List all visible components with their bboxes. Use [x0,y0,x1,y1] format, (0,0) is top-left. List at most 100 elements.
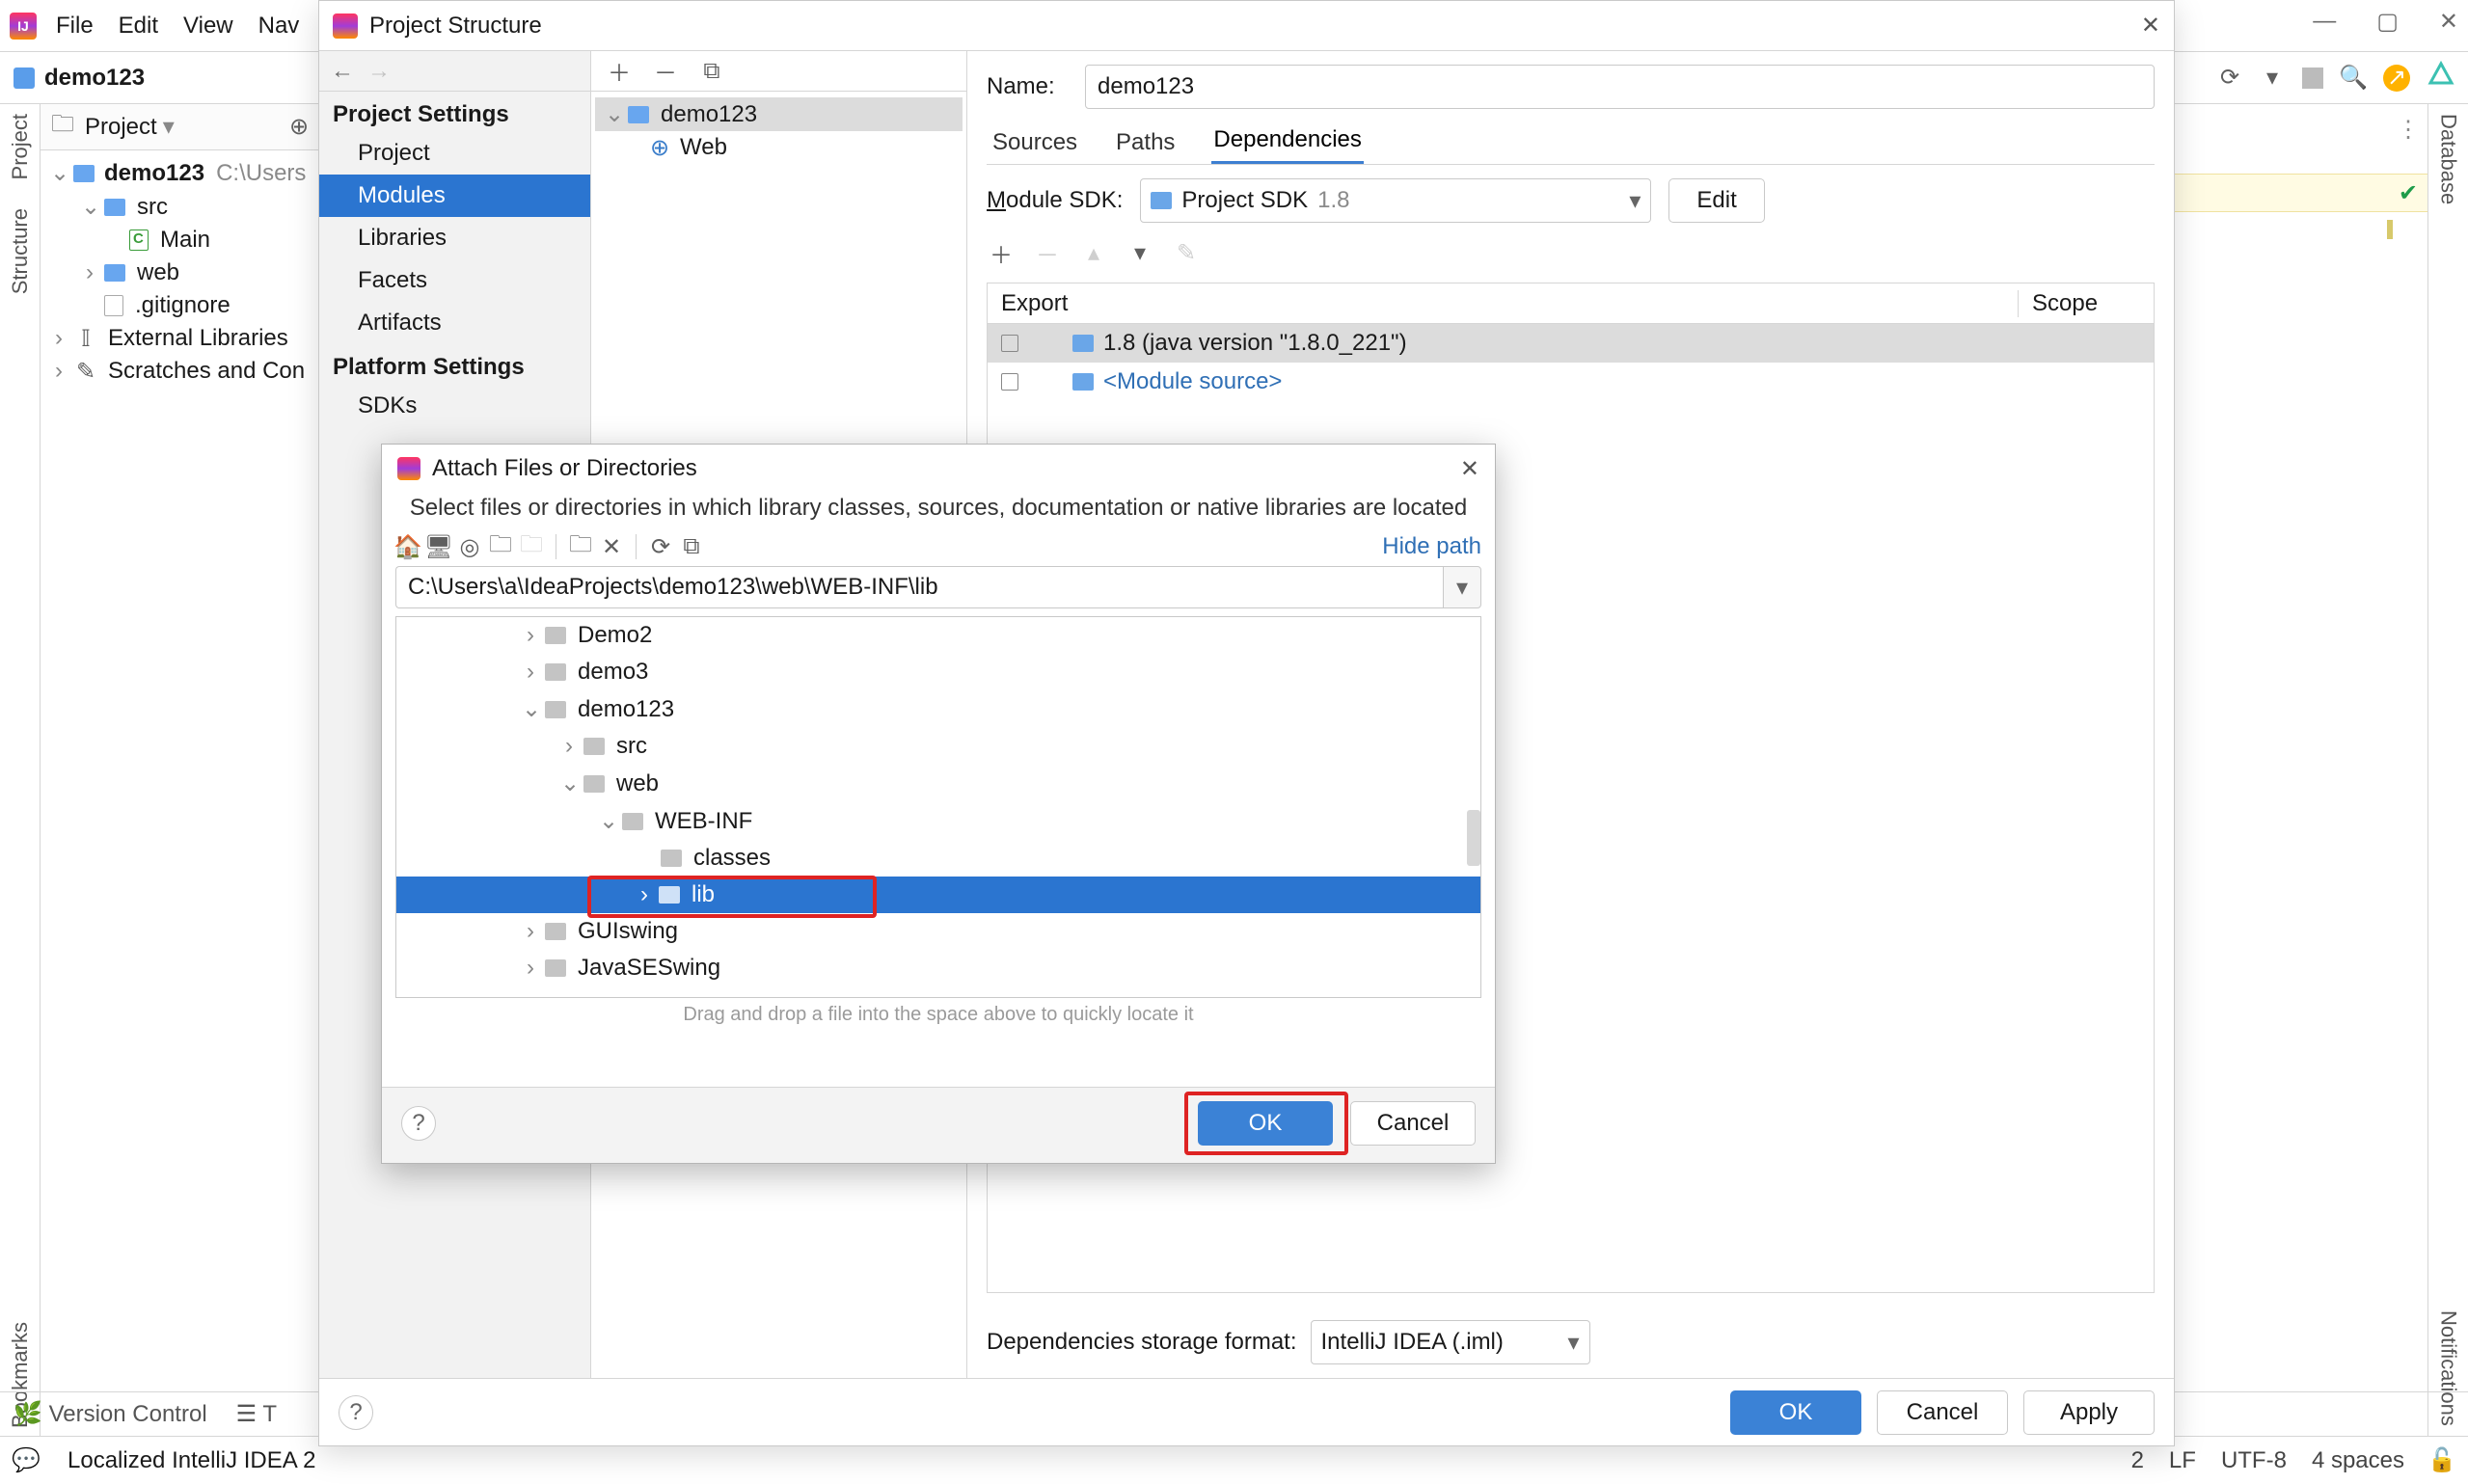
tab-paths[interactable]: Paths [1114,121,1177,164]
nav-back-icon[interactable]: ← [331,58,354,85]
build-icon[interactable]: ⟳ [2217,66,2242,91]
tab-dependencies[interactable]: Dependencies [1211,119,1363,164]
tree-node-label[interactable]: src [137,194,168,221]
add-icon[interactable]: ＋ [989,240,1014,265]
stop-icon[interactable] [2302,67,2323,89]
tree-node-label[interactable]: GUIswing [578,918,678,945]
chevron-down-icon[interactable]: ⌄ [560,769,578,797]
inspection-ok-icon[interactable]: ✔ [2399,179,2418,207]
project-tw-title[interactable]: Project ▾ [85,113,175,141]
tree-node-label[interactable]: WEB-INF [655,808,752,835]
breadcrumb-root[interactable]: demo123 [44,65,145,92]
folder-up-icon[interactable]: 🗀 [568,534,593,559]
deps-row[interactable]: <Module source> [988,363,2154,401]
remove-icon[interactable]: － [653,59,678,84]
chevron-right-icon[interactable]: › [636,881,653,908]
tree-node-label[interactable]: Scratches and Con [108,358,305,385]
move-down-icon[interactable]: ▾ [1127,240,1153,265]
module-node-label[interactable]: demo123 [661,101,757,128]
nav-item-artifacts[interactable]: Artifacts [319,302,590,344]
chevron-down-icon[interactable]: ⌄ [599,807,616,835]
chevron-right-icon[interactable]: › [50,358,68,385]
status-encoding[interactable]: UTF-8 [2221,1447,2287,1474]
chevron-down-icon[interactable]: ⌄ [605,100,622,128]
copy-icon[interactable]: ⧉ [699,59,724,84]
chevron-down-icon[interactable]: ⌄ [522,695,539,723]
cancel-button[interactable]: Cancel [1877,1390,2008,1435]
edit-sdk-button[interactable]: Edit [1668,178,1764,223]
new-folder-icon[interactable]: 🗀 [488,534,513,559]
tree-node-label[interactable]: JavaSESwing [578,955,720,982]
desktop-icon[interactable]: 🖥 [426,534,451,559]
status-info-icon[interactable]: 💬 [14,1448,39,1473]
export-checkbox[interactable] [1001,335,1018,352]
path-history-dropdown[interactable]: ▾ [1443,566,1481,608]
help-button[interactable]: ? [401,1106,436,1141]
dialog-titlebar[interactable]: Attach Files or Directories ✕ [382,445,1495,493]
chevron-down-icon[interactable]: ⌄ [81,193,98,221]
status-line-col[interactable]: 2 [2131,1447,2144,1474]
home-icon[interactable]: 🏠 [395,534,420,559]
module-node-label[interactable]: Web [680,134,727,161]
window-maximize-icon[interactable]: ▢ [2376,8,2399,36]
toolwindow-project-stripe[interactable]: Project [8,114,33,179]
tree-node-label[interactable]: demo3 [578,659,648,686]
editor-options-icon[interactable]: ⋮ [2397,116,2422,144]
tree-node-label[interactable]: classes [693,845,771,872]
chevron-right-icon[interactable]: › [560,733,578,760]
nav-item-sdks[interactable]: SDKs [319,385,590,427]
version-control-toolwindow-button[interactable]: 🌿 Version Control [14,1400,207,1428]
close-icon[interactable]: ✕ [2141,12,2160,40]
nav-item-project[interactable]: Project [319,132,590,175]
tree-node-label[interactable]: web [616,770,659,797]
module-name-input[interactable]: demo123 [1085,65,2155,109]
close-icon[interactable]: ✕ [1460,455,1479,483]
menu-edit[interactable]: Edit [113,9,164,43]
delete-icon[interactable]: ✕ [599,534,624,559]
path-input[interactable]: C:\Users\a\IdeaProjects\demo123\web\WEB-… [395,566,1443,608]
tab-sources[interactable]: Sources [990,121,1079,164]
scrollbar-thumb[interactable] [1467,810,1480,866]
storage-format-combo[interactable]: IntelliJ IDEA (.iml) ▾ [1311,1320,1590,1364]
code-with-me-icon[interactable] [2427,61,2454,94]
chevron-right-icon[interactable]: › [81,259,98,286]
readonly-lock-icon[interactable]: 🔓 [2429,1448,2454,1473]
chevron-right-icon[interactable]: › [522,659,539,686]
ok-button[interactable]: OK [1730,1390,1861,1435]
chevron-down-icon[interactable]: ▾ [1567,1329,1579,1357]
tree-node-label[interactable]: External Libraries [108,325,288,352]
tree-node-label[interactable]: Main [160,227,210,254]
tree-node-label[interactable]: demo123 [578,696,674,723]
hide-path-link[interactable]: Hide path [1382,533,1481,560]
updates-icon[interactable]: ↗ [2383,65,2410,92]
chevron-right-icon[interactable]: › [522,918,539,945]
project-tree[interactable]: ⌄ demo123 C:\Users ⌄src CMain ›web .giti… [41,150,321,393]
add-icon[interactable]: ＋ [607,59,632,84]
chevron-down-icon[interactable]: ▾ [163,113,175,141]
chevron-down-icon[interactable]: ▾ [2260,66,2285,91]
deps-col-export[interactable]: Export [988,290,2019,317]
window-close-icon[interactable]: ✕ [2439,8,2458,36]
deps-col-scope[interactable]: Scope [2019,290,2154,317]
toolwindow-database-stripe[interactable]: Database [2436,114,2461,204]
deps-row[interactable]: 1.8 (java version "1.8.0_221") [988,324,2154,363]
menu-file[interactable]: File [50,9,99,43]
refresh-icon[interactable]: ⟳ [648,534,673,559]
chevron-down-icon[interactable]: ⌄ [50,159,68,187]
nav-item-facets[interactable]: Facets [319,259,590,302]
project-root-icon[interactable]: ◎ [457,534,482,559]
select-opened-icon[interactable]: ⊕ [286,115,312,140]
show-hidden-icon[interactable]: ⧉ [679,534,704,559]
window-minimize-icon[interactable]: — [2313,8,2336,36]
menu-nav[interactable]: Nav [253,9,306,43]
tree-node-label[interactable]: Demo2 [578,622,652,649]
export-checkbox[interactable] [1001,373,1018,391]
tree-node-label[interactable]: web [137,259,179,286]
project-root-label[interactable]: demo123 [104,160,204,187]
ok-button[interactable]: OK [1198,1101,1333,1146]
file-tree[interactable]: ›Demo2 ›demo3 ⌄demo123 ›src ⌄web ⌄WEB-IN… [395,616,1481,998]
chevron-right-icon[interactable]: › [50,325,68,352]
toolwindow-structure-stripe[interactable]: Structure [8,208,33,294]
cancel-button[interactable]: Cancel [1350,1101,1476,1146]
tree-node-selected[interactable]: › lib [396,877,1480,913]
